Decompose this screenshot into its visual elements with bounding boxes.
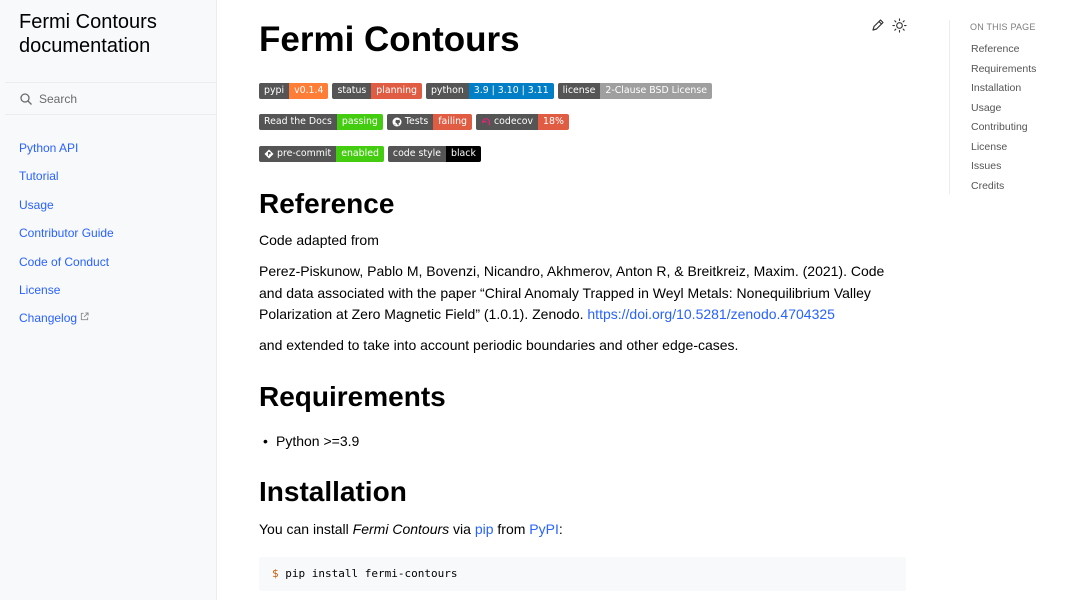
toc-item-issues[interactable]: Issues [971, 159, 1036, 179]
toc-item-requirements[interactable]: Requirements [971, 62, 1036, 82]
installation-text: You can install Fermi Contours via pip f… [259, 521, 563, 537]
toc-item-installation[interactable]: Installation [971, 81, 1036, 101]
reference-citation: Perez-Piskunow, Pablo M, Bovenzi, Nicand… [259, 263, 885, 322]
toc-item-license[interactable]: License [971, 140, 1036, 160]
badge-row: Read the Docs passing Tests failing codeco… [259, 114, 569, 130]
badge-row: pypi v0.1.4 status planning python 3.9 | 3.… [259, 83, 712, 99]
toc-item-reference[interactable]: Reference [971, 42, 1036, 62]
sidebar-item-contributor-guide[interactable]: Contributor Guide [19, 225, 114, 253]
readthedocs-badge[interactable]: Read the Docs passing [259, 114, 383, 130]
sidebar: Fermi Contours documentation Python API … [0, 0, 217, 600]
pypi-link[interactable]: PyPI [529, 521, 559, 537]
heading-installation: Installation [259, 476, 407, 507]
toc-title: ON THIS PAGE [970, 22, 1036, 32]
sidebar-link[interactable]: License [19, 283, 60, 297]
doi-link[interactable]: https://doi.org/10.5281/zenodo.4704325 [587, 306, 835, 322]
sidebar-link[interactable]: Python API [19, 141, 78, 155]
reference-intro: Code adapted from [259, 232, 379, 248]
toc-item-contributing[interactable]: Contributing [971, 120, 1036, 140]
sidebar-item-tutorial[interactable]: Tutorial [19, 168, 114, 196]
search-input[interactable] [39, 89, 209, 109]
toc-item-usage[interactable]: Usage [971, 101, 1036, 121]
codecov-icon [481, 118, 490, 126]
pypi-badge[interactable]: pypi v0.1.4 [259, 83, 329, 99]
reference-extended: and extended to take into account period… [259, 337, 739, 353]
badge-row: pre-commit enabled code style black [259, 146, 481, 162]
edit-icon[interactable] [871, 18, 885, 32]
external-link-icon [80, 312, 89, 321]
github-icon [392, 117, 402, 127]
brand-title[interactable]: Fermi Contours documentation [19, 10, 189, 58]
sidebar-item-python-api[interactable]: Python API [19, 140, 114, 168]
sidebar-link[interactable]: Contributor Guide [19, 226, 114, 240]
pre-commit-badge[interactable]: pre-commit enabled [259, 146, 384, 162]
python-badge[interactable]: python 3.9 | 3.10 | 3.11 [425, 83, 554, 99]
codecov-badge[interactable]: codecov 18% [475, 114, 569, 130]
pre-commit-icon [264, 149, 274, 159]
heading-requirements: Requirements [259, 381, 446, 412]
sidebar-link[interactable]: Changelog [19, 311, 77, 325]
list-item: Python >=3.9 [263, 431, 359, 451]
page-title: Fermi Contours [259, 20, 520, 59]
sidebar-item-changelog[interactable]: Changelog [19, 310, 114, 338]
license-badge[interactable]: license 2-Clause BSD License [557, 83, 712, 99]
status-badge[interactable]: status planning [332, 83, 422, 99]
sidebar-item-license[interactable]: License [19, 282, 114, 310]
sidebar-link[interactable]: Tutorial [19, 169, 59, 183]
code-style-badge[interactable]: code style black [387, 146, 481, 162]
search-icon [20, 93, 32, 105]
toc: ON THIS PAGE Reference Requirements Inst… [949, 20, 1059, 194]
pip-link[interactable]: pip [475, 521, 494, 537]
sidebar-link[interactable]: Code of Conduct [19, 255, 109, 269]
search-box[interactable] [5, 82, 216, 115]
theme-toggle-icon[interactable] [892, 18, 907, 33]
toc-list: Reference Requirements Installation Usag… [971, 42, 1036, 198]
toc-item-credits[interactable]: Credits [971, 179, 1036, 199]
tests-badge[interactable]: Tests failing [386, 114, 472, 130]
sidebar-item-code-of-conduct[interactable]: Code of Conduct [19, 254, 114, 282]
sidebar-nav: Python API Tutorial Usage Contributor Gu… [19, 140, 114, 339]
sidebar-link[interactable]: Usage [19, 198, 54, 212]
sidebar-item-usage[interactable]: Usage [19, 197, 114, 225]
heading-reference: Reference [259, 188, 395, 219]
code-block[interactable]: $ pip install fermi-contours [259, 557, 906, 591]
